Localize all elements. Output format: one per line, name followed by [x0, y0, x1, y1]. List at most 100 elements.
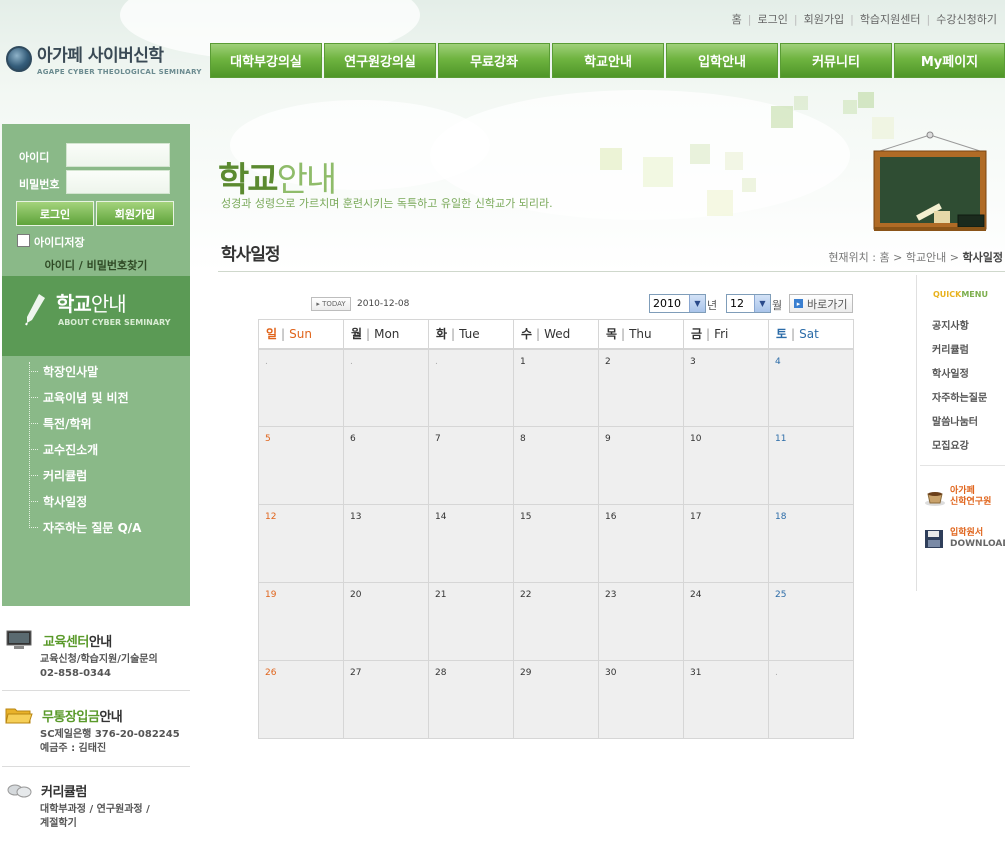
- nav-community[interactable]: 커뮤니티: [780, 43, 892, 78]
- calendar-day-cell[interactable]: 23: [598, 582, 684, 661]
- calendar-table: 일 | Sun 월 | Mon 화 | Tue 수 | Wed 목 | Thu 금 | Fri 토 | Sa…: [258, 319, 854, 739]
- nav-research-classroom[interactable]: 연구원강의실: [324, 43, 436, 78]
- quick-menu-item-faq[interactable]: 자주하는질문: [932, 389, 987, 404]
- join-button[interactable]: 회원가입: [96, 201, 174, 226]
- calendar-day-cell[interactable]: 6: [343, 426, 429, 505]
- side-menu-item-degree[interactable]: 특전/학위: [29, 415, 92, 432]
- calendar-day-cell[interactable]: 21: [428, 582, 514, 661]
- calendar-day-cell[interactable]: 11: [768, 426, 854, 505]
- calendar-day-cell[interactable]: 9: [598, 426, 684, 505]
- separator: |: [793, 12, 798, 26]
- square-decoration: [690, 144, 710, 164]
- quick-menu-item-recruitment[interactable]: 모집요강: [932, 437, 969, 452]
- weekday-header-saturday: 토 | Sat: [768, 319, 854, 350]
- side-menu-item-vision[interactable]: 교육이념 및 비전: [29, 389, 129, 406]
- top-link-home[interactable]: 홈: [732, 11, 742, 27]
- password-input[interactable]: [66, 170, 170, 194]
- calendar-day-cell[interactable]: 4: [768, 348, 854, 427]
- nav-undergrad-classroom[interactable]: 대학부강의실: [210, 43, 322, 78]
- password-label: 비밀번호: [19, 178, 60, 191]
- side-menu-item-dean-greeting[interactable]: 학장인사말: [29, 363, 98, 380]
- calendar-day-cell[interactable]: 7: [428, 426, 514, 505]
- calendar-day-cell[interactable]: 30: [598, 660, 684, 739]
- site-logo[interactable]: 아가페 사이버신학 AGAPE CYBER THEOLOGICAL SEMINA…: [6, 46, 202, 76]
- nav-admission[interactable]: 입학안내: [666, 43, 778, 78]
- square-decoration: [643, 157, 673, 187]
- calendar-day-cell[interactable]: 25: [768, 582, 854, 661]
- year-unit: 년: [707, 299, 718, 312]
- calendar-day-cell[interactable]: 2: [598, 348, 684, 427]
- top-link-enroll[interactable]: 수강신청하기: [936, 11, 997, 27]
- calendar-day-cell[interactable]: 8: [513, 426, 599, 505]
- login-button[interactable]: 로그인: [16, 201, 94, 226]
- calendar-day-cell[interactable]: 24: [683, 582, 769, 661]
- side-menu-item-schedule[interactable]: 학사일정: [29, 493, 87, 510]
- calendar-day-cell[interactable]: 16: [598, 504, 684, 583]
- nav-my-page[interactable]: My페이지: [894, 43, 1005, 78]
- research-institute-banner[interactable]: 아가페 신학연구원: [924, 486, 991, 508]
- page-heading: 학교안내: [218, 160, 337, 200]
- today-button[interactable]: ▸ TODAY: [311, 297, 351, 311]
- divider: [920, 465, 1005, 466]
- square-decoration: [707, 190, 733, 216]
- quick-menu-item-notice[interactable]: 공지사항: [932, 317, 969, 332]
- calendar-day-cell[interactable]: 20: [343, 582, 429, 661]
- calendar-day-cell[interactable]: 10: [683, 426, 769, 505]
- application-download-banner[interactable]: 입학원서 DOWNLOAD: [924, 528, 1005, 550]
- month-select[interactable]: 12 ▼: [726, 294, 771, 313]
- weekday-header-tuesday: 화 | Tue: [428, 319, 514, 350]
- calendar-day-cell[interactable]: 14: [428, 504, 514, 583]
- curriculum-info: 커리큘럼 대학부과정 / 연구원과정 / 계절학기: [2, 780, 190, 831]
- calendar-day-cell[interactable]: 19: [258, 582, 344, 661]
- nav-school-info[interactable]: 학교안내: [552, 43, 664, 78]
- section-subtitle: ABOUT CYBER SEMINARY: [58, 318, 171, 327]
- quick-menu-item-curriculum[interactable]: 커리큘럼: [932, 341, 969, 356]
- calendar-week-row: 5 6 7 8 9 10 11: [258, 426, 854, 505]
- calendar-week-row: 26 27 28 29 30 31 .: [258, 660, 854, 739]
- month-unit: 월: [772, 299, 783, 312]
- calendar-day-cell[interactable]: 3: [683, 348, 769, 427]
- find-id-password-link[interactable]: 아이디 / 비밀번호찾기: [0, 257, 192, 273]
- arrow-right-icon: ▸: [794, 299, 803, 308]
- chevron-down-icon: ▼: [689, 295, 705, 312]
- calendar-day-cell[interactable]: 26: [258, 660, 344, 739]
- side-menu-item-faculty[interactable]: 교수진소개: [29, 441, 98, 458]
- quick-menu-item-sharing[interactable]: 말씀나눔터: [932, 413, 978, 428]
- calendar-day-cell[interactable]: 1: [513, 348, 599, 427]
- weekday-header-thursday: 목 | Thu: [598, 319, 684, 350]
- top-link-support[interactable]: 학습지원센터: [860, 11, 921, 27]
- calendar-day-cell[interactable]: 18: [768, 504, 854, 583]
- top-link-login[interactable]: 로그인: [758, 11, 788, 27]
- calendar-day-cell[interactable]: 17: [683, 504, 769, 583]
- id-input[interactable]: [66, 143, 170, 167]
- top-link-join[interactable]: 회원가입: [804, 11, 844, 27]
- calendar-header-row: 일 | Sun 월 | Mon 화 | Tue 수 | Wed 목 | Thu 금 | Fri 토 | Sa…: [258, 319, 854, 350]
- save-id-checkbox[interactable]: [17, 234, 30, 247]
- calendar-day-cell[interactable]: 28: [428, 660, 514, 739]
- title-divider: [218, 271, 1005, 272]
- calendar-day-cell[interactable]: 31: [683, 660, 769, 739]
- side-menu-item-curriculum[interactable]: 커리큘럼: [29, 467, 87, 484]
- calendar-day-cell[interactable]: 5: [258, 426, 344, 505]
- go-button[interactable]: ▸ 바로가기: [789, 294, 853, 313]
- nav-free-courses[interactable]: 무료강좌: [438, 43, 550, 78]
- calendar-day-cell[interactable]: 13: [343, 504, 429, 583]
- weekday-header-monday: 월 | Mon: [343, 319, 429, 350]
- quick-menu-item-schedule[interactable]: 학사일정: [932, 365, 969, 380]
- year-select[interactable]: 2010 ▼: [649, 294, 706, 313]
- calendar-day-cell[interactable]: 27: [343, 660, 429, 739]
- books-icon: [7, 784, 32, 798]
- calendar-day-cell[interactable]: 29: [513, 660, 599, 739]
- side-menu-item-faq[interactable]: 자주하는 질문 Q/A: [29, 519, 141, 536]
- calendar-day-cell[interactable]: 12: [258, 504, 344, 583]
- save-id-label: 아이디저장: [34, 236, 85, 249]
- section-title: 학교안내: [56, 292, 127, 316]
- divider: [2, 766, 190, 767]
- calendar-day-cell[interactable]: 15: [513, 504, 599, 583]
- calendar-week-row: 19 20 21 22 23 24 25: [258, 582, 854, 661]
- calendar-day-cell[interactable]: 22: [513, 582, 599, 661]
- calendar-week-row: 12 13 14 15 16 17 18: [258, 504, 854, 583]
- separator: |: [926, 12, 931, 26]
- main-nav: 대학부강의실 연구원강의실 무료강좌 학교안내 입학안내 커뮤니티 My페이지: [210, 43, 1005, 78]
- weekday-header-sunday: 일 | Sun: [258, 319, 344, 350]
